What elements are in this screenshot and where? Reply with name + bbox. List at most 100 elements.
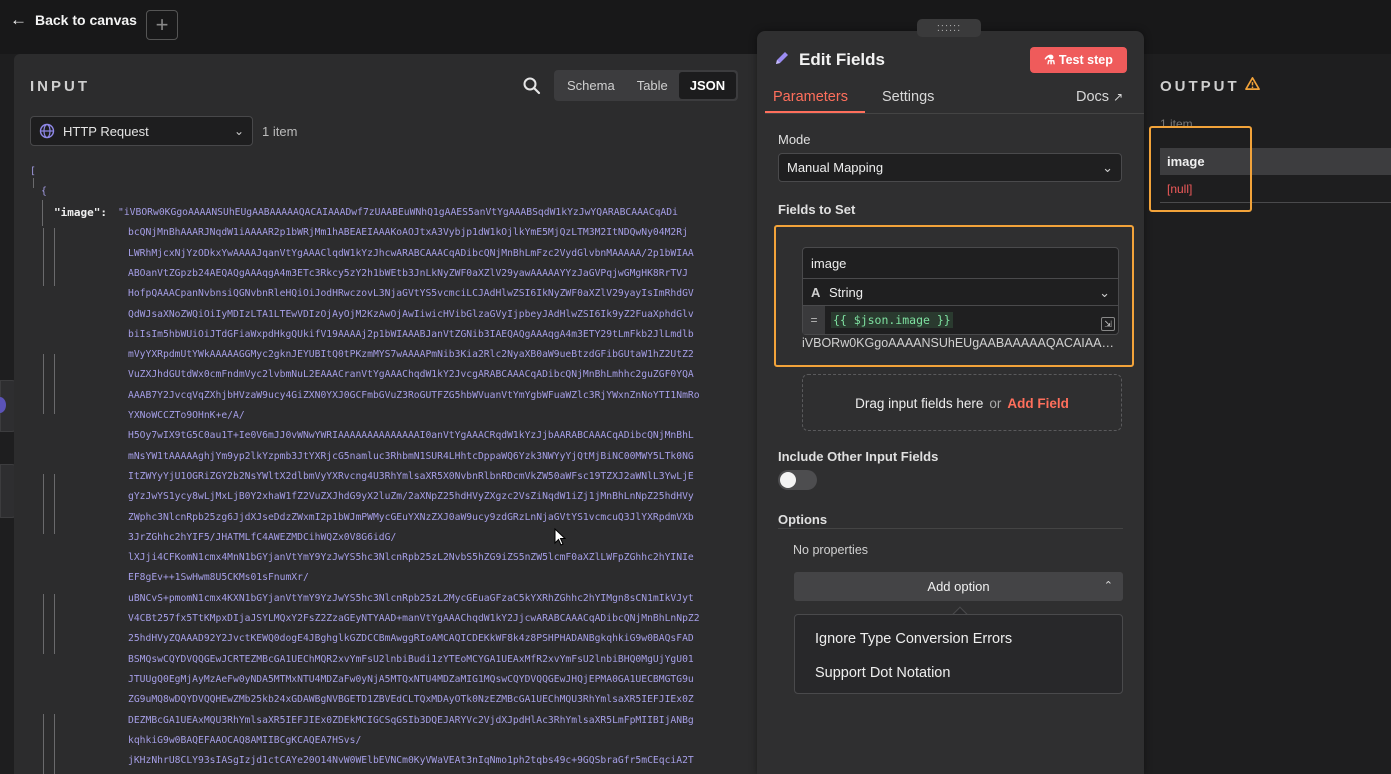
json-key-image: "image": bbox=[54, 206, 107, 219]
input-title: INPUT bbox=[30, 78, 90, 95]
add-field-link[interactable]: Add Field bbox=[1007, 396, 1069, 411]
mouse-cursor-icon bbox=[554, 528, 567, 546]
json-guide-line bbox=[54, 354, 55, 414]
json-guide-line bbox=[43, 594, 44, 654]
panel-drag-handle[interactable]: :::::: bbox=[917, 19, 981, 37]
json-open-brace: { bbox=[41, 186, 47, 197]
highlight-fields-box bbox=[774, 225, 1134, 367]
json-value-line: JTUUgQ0EgMjAyMzAeFw0yNDA5MTMxNTU4MDZaFw0… bbox=[128, 673, 694, 685]
options-divider bbox=[778, 528, 1123, 529]
json-value-line: lXJji4CFKomN1cmx4MnN1bGYjanVtYmY9YzJwYS5… bbox=[128, 552, 694, 564]
chevron-down-icon: ⌄ bbox=[1102, 160, 1113, 175]
json-guide-line bbox=[54, 594, 55, 654]
chevron-up-icon: ⌃ bbox=[1103, 580, 1113, 592]
test-step-button[interactable]: ⚗ Test step bbox=[1030, 47, 1127, 73]
include-other-fields-label: Include Other Input Fields bbox=[778, 449, 939, 464]
include-other-fields-toggle[interactable] bbox=[778, 470, 817, 490]
no-properties-text: No properties bbox=[793, 543, 869, 557]
json-value-line: ZG9uMQ8wDQYDVQQHEwZMb25kb24xGDAWBgNVBGET… bbox=[128, 694, 694, 706]
json-value-line: QdWJsaXNoZWQiOiIyMDIzLTA1LTEwVDIzOjAyOjM… bbox=[128, 308, 694, 320]
input-item-count: 1 item bbox=[262, 124, 298, 139]
add-option-menu: Ignore Type Conversion Errors Support Do… bbox=[794, 614, 1123, 694]
external-link-icon: ↗ bbox=[1113, 90, 1124, 104]
toggle-knob bbox=[780, 472, 796, 488]
json-guide-line bbox=[54, 474, 55, 534]
docs-label: Docs bbox=[1076, 89, 1110, 105]
menu-item-ignore-type-conversion[interactable]: Ignore Type Conversion Errors bbox=[815, 631, 1012, 647]
highlight-output-box bbox=[1149, 126, 1252, 212]
flask-icon: ⚗ bbox=[1044, 53, 1056, 67]
json-value-line: HofpQAAACpanNvbnsiQGNvbnRleHQiOiJodHRwcz… bbox=[128, 288, 694, 300]
active-tab-underline bbox=[765, 111, 865, 113]
json-open-bracket: [ bbox=[30, 166, 36, 177]
json-value-line: "iVBORw0KGgoAAAANSUhEUgAABAAAAAQACAIAAAD… bbox=[118, 207, 678, 218]
mode-select[interactable]: Manual Mapping ⌄ bbox=[778, 153, 1122, 182]
drop-zone-or: or bbox=[989, 396, 1002, 411]
json-value-line: H5Oy7wIX9tG5C0au1T+Ie0V6mJJ0vWNwYWRIAAAA… bbox=[128, 430, 694, 442]
tab-parameters[interactable]: Parameters bbox=[773, 89, 848, 105]
json-value-line: AAAB7Y2JvcqVqZXhjbHVzaW9ucy4GiZXN0YXJ0GC… bbox=[128, 389, 700, 401]
input-node-select-value: HTTP Request bbox=[63, 123, 149, 139]
json-value-line: 3JrZGhhc2hYIF5/JHATMLfC4AWEZMDCihWQZx0V8… bbox=[128, 531, 397, 543]
add-option-button[interactable]: Add option ⌃ bbox=[794, 572, 1123, 601]
add-node-button[interactable]: + bbox=[146, 10, 178, 40]
output-title: OUTPUT bbox=[1160, 78, 1240, 95]
json-value-line: mVyYXRpdmUtYWkAAAAAGGMyc2gknJEYUBItQ0tPK… bbox=[128, 349, 694, 361]
json-value-line: kqhkiG9w0BAQEFAAOCAQ8AMIIBCgKCAQEA7HSvs/ bbox=[128, 734, 362, 746]
top-bar bbox=[0, 0, 1391, 54]
json-guide-line bbox=[43, 228, 44, 286]
arrow-left-icon: ← bbox=[10, 10, 27, 29]
json-value-line: YXNoWCCZTo9OHnK+e/A/ bbox=[128, 410, 245, 421]
tab-schema[interactable]: Schema bbox=[556, 72, 626, 99]
json-value-line: uBNCvS+pmomN1cmx4KXN1bGYjanVtYmY9YzJwYS5… bbox=[128, 592, 694, 604]
json-value-line: 25hdHVyZQAAAD92Y2JvctKEWQ0dogE4JBghglkGZ… bbox=[128, 633, 694, 645]
drop-zone[interactable]: Drag input fields here or Add Field bbox=[802, 374, 1122, 431]
tab-table[interactable]: Table bbox=[626, 72, 679, 99]
json-value-line: ItZWYyYjU1OGRiZGY2b2NsYWltX2dlbmVyYXRvcn… bbox=[128, 470, 694, 482]
test-step-label: Test step bbox=[1058, 53, 1113, 67]
search-icon[interactable] bbox=[522, 76, 542, 96]
fields-to-set-label: Fields to Set bbox=[778, 202, 856, 217]
json-value-line: LWRhMjcxNjYzODkxYwAAAAJqanVtYgAAAClqdW1k… bbox=[128, 247, 694, 259]
drop-zone-text: Drag input fields here bbox=[855, 396, 984, 411]
json-value-line: ZWphc3NlcnRpb25zg6JjdXJseDdzZWxmI2p1bWJm… bbox=[128, 511, 694, 523]
pencil-icon bbox=[776, 52, 788, 64]
back-to-canvas-button[interactable]: ← Back to canvas bbox=[10, 11, 137, 28]
json-guide-line bbox=[43, 714, 44, 774]
globe-icon bbox=[39, 123, 55, 139]
json-value-line: DEZMBcGA1UEAxMQU3RhYmlsaXR5IEFJIEx0ZDEkM… bbox=[128, 714, 694, 726]
json-guide-line bbox=[33, 178, 34, 188]
panel-title: Edit Fields bbox=[799, 50, 885, 69]
mode-select-value: Manual Mapping bbox=[787, 160, 884, 175]
edit-fields-panel: Edit Fields ⚗ Test step Parameters Setti… bbox=[757, 31, 1144, 774]
json-value-line: V4CBt257fx5TtKMpxDIjaJSYLMQxY2FsZ2ZzaGEy… bbox=[128, 613, 700, 624]
json-guide-line bbox=[54, 714, 55, 774]
json-value-line: bcQNjMnBhAAARJNqdW1iAAAAR2p1bWRjMm1hABEA… bbox=[128, 227, 688, 239]
tab-settings[interactable]: Settings bbox=[882, 89, 934, 105]
json-guide-line bbox=[43, 354, 44, 414]
json-value-line: BSMQswCQYDVQQGEwJCRTEZMBcGA1UEChMQR2xvYm… bbox=[128, 653, 694, 665]
json-value-line: ABOanVtZGpzb24AEQAQgAAAqgA4m3ETc3Rkcy5zY… bbox=[128, 267, 688, 279]
top-bar-overlay bbox=[0, 0, 1391, 54]
json-guide-line bbox=[42, 200, 43, 226]
back-to-canvas-label: Back to canvas bbox=[35, 11, 137, 28]
options-label: Options bbox=[778, 512, 828, 527]
json-value-line: biIsIm5hbWUiOiJTdGFiaWxpdHkgQUkifV19AAAA… bbox=[128, 328, 694, 340]
json-value-line: VuZXJhdGUtdWx0cmFndmVyc2lvbmNuL2EAAACran… bbox=[128, 369, 694, 381]
mode-label: Mode bbox=[778, 132, 811, 147]
warning-icon bbox=[1245, 77, 1260, 90]
json-value-line: mNsYW1tAAAAAghjYm9yp2lkYzpmb3JtYXRjcG5na… bbox=[128, 450, 694, 462]
input-panel: INPUT Schema Table JSON HTTP Request ⌄ 1… bbox=[14, 54, 757, 774]
json-value-line: gYzJwYS1ycy8wLjMxLjB0Y2xhaW1fZ2VuZXJhdG9… bbox=[128, 491, 694, 503]
json-value-line: jKHzNhrU8CLY93sIASgIzjd1ctCAYe20O14NvW0W… bbox=[128, 755, 694, 767]
menu-item-support-dot-notation[interactable]: Support Dot Notation bbox=[815, 665, 950, 681]
chevron-down-icon: ⌄ bbox=[233, 124, 244, 138]
input-node-select[interactable]: HTTP Request ⌄ bbox=[30, 116, 253, 146]
docs-link[interactable]: Docs ↗ bbox=[1076, 89, 1123, 105]
json-guide-line bbox=[43, 474, 44, 534]
tab-divider bbox=[765, 113, 1144, 114]
add-option-label: Add option bbox=[927, 579, 990, 594]
tab-json[interactable]: JSON bbox=[678, 72, 737, 99]
view-mode-tabs: Schema Table JSON bbox=[554, 70, 739, 101]
json-value-line: EF8gEv++1SwHwm8U5CKMs01sFnumXr/ bbox=[128, 572, 309, 584]
